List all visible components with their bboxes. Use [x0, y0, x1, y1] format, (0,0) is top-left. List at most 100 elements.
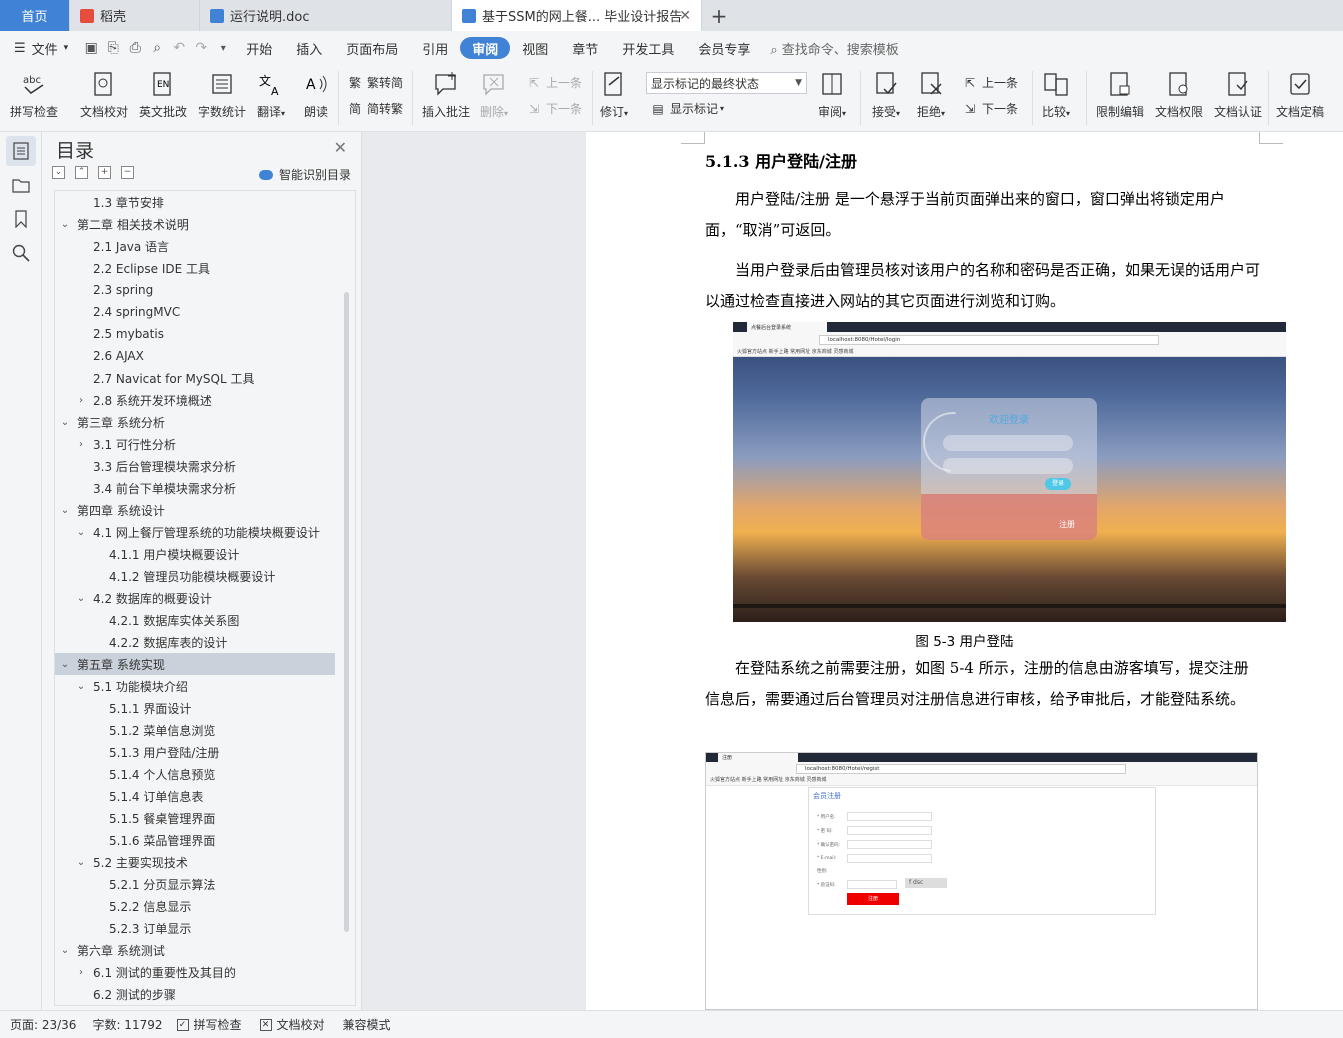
smart-toc-button[interactable]: 智能识别目录: [258, 166, 351, 183]
markup-state-select[interactable]: 显示标记的最终状态 ▼: [646, 72, 807, 94]
page-indicator[interactable]: 页面: 23/36: [10, 1016, 76, 1033]
spell-check-status[interactable]: ✓ 拼写检查: [176, 1016, 242, 1033]
chevron-down-icon[interactable]: ⌄: [59, 505, 71, 516]
toc-item[interactable]: 5.1.1 界面设计: [55, 697, 355, 719]
tab-doc2[interactable]: 基于SSM的网上餐... 毕业设计报告 ✕: [452, 0, 702, 31]
redo-icon[interactable]: ↷: [190, 38, 212, 58]
delete-comment-button[interactable]: 删除▾: [480, 69, 508, 120]
toc-item[interactable]: › 2.8 系统开发环境概述: [55, 389, 355, 411]
chevron-down-icon[interactable]: ⌄: [75, 527, 87, 538]
chevron-right-icon[interactable]: ›: [75, 439, 87, 450]
toc-item[interactable]: ⌄ 第二章 相关技术说明: [55, 213, 355, 235]
toc-item[interactable]: 4.1.2 管理员功能模块概要设计: [55, 565, 355, 587]
expand-all-icon[interactable]: ⌃: [75, 166, 88, 179]
chevron-down-icon[interactable]: ⌄: [75, 593, 87, 604]
tab-home[interactable]: 首页: [0, 0, 70, 31]
doc-finalize-button[interactable]: 文档定稿: [1276, 69, 1324, 120]
toc-item[interactable]: 3.3 后台管理模块需求分析: [55, 455, 355, 477]
menu-layout[interactable]: 页面布局: [334, 37, 410, 59]
read-aloud-button[interactable]: A 朗读: [302, 69, 330, 120]
next-change-button[interactable]: ⇲ 下一条: [962, 100, 1018, 117]
file-menu[interactable]: ☰ 文件 ▾: [0, 37, 80, 59]
toc-item[interactable]: 5.1.3 用户登陆/注册: [55, 741, 355, 763]
search-icon[interactable]: [6, 238, 36, 268]
toc-item[interactable]: 5.2.3 订单显示: [55, 917, 355, 939]
bookmark-icon[interactable]: [6, 204, 36, 234]
menu-insert[interactable]: 插入: [284, 37, 334, 59]
toc-item[interactable]: 1.3 章节安排: [55, 191, 355, 213]
toc-item[interactable]: 2.1 Java 语言: [55, 235, 355, 257]
collapse-all-icon[interactable]: ⌄: [52, 166, 65, 179]
toc-item[interactable]: ⌄ 4.1 网上餐厅管理系统的功能模块概要设计: [55, 521, 355, 543]
show-markup-button[interactable]: ▤ 显示标记 ▾: [650, 100, 724, 117]
export-icon[interactable]: ⎘: [102, 38, 124, 58]
toc-item[interactable]: ⌄ 4.2 数据库的概要设计: [55, 587, 355, 609]
toc-item[interactable]: 2.7 Navicat for MySQL 工具: [55, 367, 355, 389]
print-preview-icon[interactable]: ⌕: [146, 38, 168, 58]
toc-item[interactable]: › 6.1 测试的重要性及其目的: [55, 961, 355, 983]
menu-start[interactable]: 开始: [234, 37, 284, 59]
chevron-right-icon[interactable]: ›: [75, 395, 87, 406]
chevron-down-icon[interactable]: ⌄: [75, 857, 87, 868]
track-changes-button[interactable]: 修订▾: [600, 69, 628, 120]
menu-view[interactable]: 视图: [510, 37, 560, 59]
doc-proof-button[interactable]: 文档校对: [80, 69, 128, 120]
toc-item[interactable]: 5.1.4 订单信息表: [55, 785, 355, 807]
accept-button[interactable]: 接受▾: [872, 69, 900, 120]
doc-permission-button[interactable]: 文档权限: [1155, 69, 1203, 120]
chevron-down-icon[interactable]: ⌄: [59, 945, 71, 956]
toc-item[interactable]: ⌄ 第四章 系统设计: [55, 499, 355, 521]
toc-item[interactable]: ⌄ 第五章 系统实现: [55, 653, 335, 675]
tab-daoke[interactable]: 稻壳: [70, 0, 200, 31]
chevron-right-icon[interactable]: ›: [75, 967, 87, 978]
customize-icon[interactable]: ▾: [212, 38, 234, 58]
prev-change-button[interactable]: ⇱ 上一条: [962, 74, 1018, 91]
document-page[interactable]: 5.1.3 用户登陆/注册 用户登陆/注册 是一个悬浮于当前页面弹出来的窗口，窗…: [586, 132, 1343, 1010]
undo-icon[interactable]: ↶: [168, 38, 190, 58]
restrict-edit-button[interactable]: 限制编辑: [1096, 69, 1144, 120]
toc-item[interactable]: 3.4 前台下单模块需求分析: [55, 477, 355, 499]
toc-item[interactable]: 6.2 测试的步骤: [55, 983, 355, 1005]
toc-item[interactable]: › 3.1 可行性分析: [55, 433, 355, 455]
toc-item[interactable]: ⌄ 5.1 功能模块介绍: [55, 675, 355, 697]
word-count[interactable]: 字数: 11792: [92, 1016, 162, 1033]
spell-check-button[interactable]: abc 拼写检查: [10, 69, 58, 120]
toc-item[interactable]: 5.1.5 餐桌管理界面: [55, 807, 355, 829]
toc-item[interactable]: ⌄ 第六章 系统测试: [55, 939, 355, 961]
chevron-down-icon[interactable]: ⌄: [75, 681, 87, 692]
toc-item[interactable]: 5.2.2 信息显示: [55, 895, 355, 917]
toc-item[interactable]: 4.2.1 数据库实体关系图: [55, 609, 355, 631]
chevron-down-icon[interactable]: ⌄: [59, 219, 71, 230]
translate-button[interactable]: 文A 翻译▾: [257, 69, 285, 120]
remove-heading-icon[interactable]: −: [121, 166, 134, 179]
chapter-nav-icon[interactable]: [6, 170, 36, 200]
save-icon[interactable]: ▣: [80, 38, 102, 58]
english-review-button[interactable]: EN 英文批改: [139, 69, 187, 120]
menu-reference[interactable]: 引用: [410, 37, 460, 59]
toc-item[interactable]: 2.5 mybatis: [55, 323, 355, 345]
reject-button[interactable]: 拒绝▾: [917, 69, 945, 120]
review-pane-button[interactable]: 审阅▾: [818, 69, 846, 120]
chevron-down-icon[interactable]: ⌄: [59, 417, 71, 428]
to-traditional-button[interactable]: 繁繁转简: [347, 74, 403, 91]
toc-item[interactable]: ⌄ 5.2 主要实现技术: [55, 851, 355, 873]
toc-item[interactable]: 5.1.6 菜品管理界面: [55, 829, 355, 851]
toc-item[interactable]: 4.2.2 数据库表的设计: [55, 631, 355, 653]
compare-button[interactable]: 比较▾: [1042, 69, 1070, 120]
toc-item[interactable]: 2.4 springMVC: [55, 301, 355, 323]
menu-review[interactable]: 审阅: [460, 37, 511, 59]
word-count-button[interactable]: 字数统计: [198, 69, 246, 120]
chevron-down-icon[interactable]: ⌄: [59, 659, 71, 670]
doc-proof-status[interactable]: ✕ 文档校对: [259, 1016, 325, 1033]
print-icon[interactable]: ⎙: [124, 38, 146, 58]
menu-member[interactable]: 会员专享: [686, 37, 762, 59]
toc-scrollbar[interactable]: [344, 292, 349, 932]
to-simplified-button[interactable]: 简简转繁: [347, 100, 403, 117]
toc-item[interactable]: 2.3 spring: [55, 279, 355, 301]
new-tab-button[interactable]: +: [702, 0, 736, 31]
menu-devtools[interactable]: 开发工具: [610, 37, 686, 59]
next-comment-button[interactable]: ⇲ 下一条: [526, 100, 582, 117]
toc-item[interactable]: 2.6 AJAX: [55, 345, 355, 367]
close-tab-icon[interactable]: ✕: [679, 8, 691, 24]
doc-certify-button[interactable]: 文档认证: [1214, 69, 1262, 120]
